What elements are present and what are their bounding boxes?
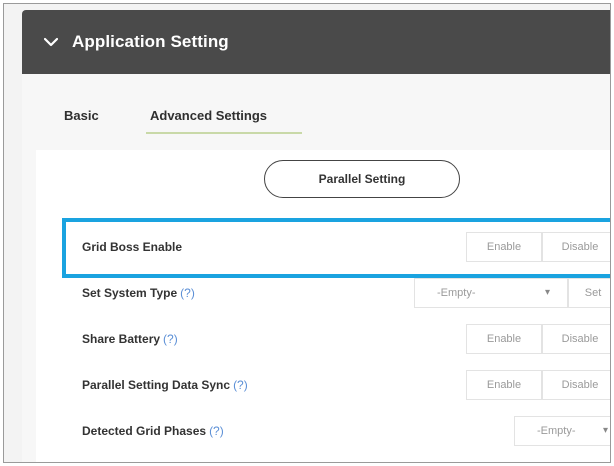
share-battery-help-link[interactable]: (?) <box>163 332 178 346</box>
chevron-down-icon: ▾ <box>545 287 551 298</box>
header-title: Application Setting <box>72 32 229 51</box>
data-sync-disable-button[interactable]: Disable <box>542 370 610 400</box>
grid-boss-label: Grid Boss Enable <box>82 240 183 254</box>
system-type-help-link[interactable]: (?) <box>180 286 195 300</box>
grid-boss-row: Grid Boss Enable Enable Disable <box>36 224 610 270</box>
data-sync-row: Parallel Setting Data Sync (?) Enable Dis… <box>36 362 610 408</box>
settings-panel: Basic Advanced Settings Parallel Setting… <box>22 74 610 462</box>
grid-phases-label: Detected Grid Phases (?) <box>82 424 224 438</box>
share-battery-enable-button[interactable]: Enable <box>466 324 542 354</box>
data-sync-enable-button[interactable]: Enable <box>466 370 542 400</box>
advanced-settings-content: Parallel Setting Grid Boss Enable Enable… <box>36 150 610 462</box>
chevron-down-icon: ▾ <box>603 425 609 436</box>
grid-phases-row: Detected Grid Phases (?) -Empty- ▾ <box>36 408 610 454</box>
application-setting-header[interactable]: Application Setting <box>22 10 610 74</box>
chevron-down-icon[interactable] <box>44 35 58 49</box>
grid-phases-select[interactable]: -Empty- ▾ <box>514 416 610 446</box>
grid-phases-select-value: -Empty- <box>537 425 576 437</box>
data-sync-label: Parallel Setting Data Sync (?) <box>82 378 248 392</box>
system-type-row: Set System Type (?) -Empty- ▾ Set <box>36 270 610 316</box>
data-sync-help-link[interactable]: (?) <box>233 378 248 392</box>
grid-boss-enable-button[interactable]: Enable <box>466 232 542 262</box>
share-battery-label-text: Share Battery <box>82 332 161 346</box>
share-battery-disable-button[interactable]: Disable <box>542 324 610 354</box>
share-battery-label: Share Battery (?) <box>82 332 178 346</box>
grid-phases-label-text: Detected Grid Phases <box>82 424 207 438</box>
grid-phases-help-link[interactable]: (?) <box>209 424 224 438</box>
system-type-set-button[interactable]: Set <box>568 278 610 308</box>
app-frame: Application Setting Basic Advanced Setti… <box>3 3 611 463</box>
system-type-label: Set System Type (?) <box>82 286 195 300</box>
data-sync-label-text: Parallel Setting Data Sync <box>82 378 231 392</box>
parallel-setting-button[interactable]: Parallel Setting <box>264 160 460 198</box>
tab-basic[interactable]: Basic <box>64 108 99 123</box>
active-tab-indicator <box>146 132 302 134</box>
tab-advanced-settings[interactable]: Advanced Settings <box>150 108 267 123</box>
system-type-select-value: -Empty- <box>437 287 476 299</box>
system-type-label-text: Set System Type <box>82 286 178 300</box>
system-type-select[interactable]: -Empty- ▾ <box>414 278 568 308</box>
grid-boss-disable-button[interactable]: Disable <box>542 232 610 262</box>
tab-bar: Basic Advanced Settings <box>22 74 610 152</box>
share-battery-row: Share Battery (?) Enable Disable <box>36 316 610 362</box>
